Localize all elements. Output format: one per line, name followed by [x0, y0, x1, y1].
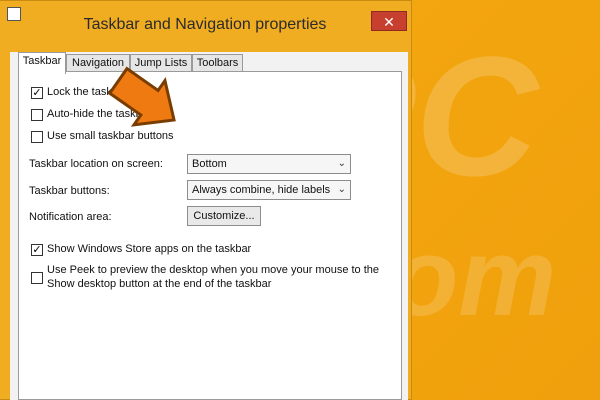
taskbar-location-dropdown[interactable]: Bottom ⌄ [187, 154, 351, 174]
auto-hide-checkbox[interactable] [31, 109, 43, 121]
title-bar: Taskbar and Navigation properties ✕ [0, 1, 411, 41]
customize-button[interactable]: Customize... [187, 206, 261, 226]
store-apps-checkbox[interactable]: ✓ [31, 244, 43, 256]
chevron-down-icon: ⌄ [337, 184, 346, 195]
lock-taskbar-checkbox[interactable]: ✓ [31, 87, 43, 99]
close-button[interactable]: ✕ [371, 11, 407, 31]
peek-label-line1: Use Peek to preview the desktop when you… [47, 264, 380, 276]
notification-area-label: Notification area: [29, 211, 112, 223]
store-apps-label: Show Windows Store apps on the taskbar [47, 243, 252, 255]
taskbar-location-value: Bottom [192, 158, 227, 170]
annotation-arrow-icon [107, 66, 176, 127]
taskbar-buttons-dropdown[interactable]: Always combine, hide labels ⌄ [187, 180, 351, 200]
window-title: Taskbar and Navigation properties [83, 16, 327, 33]
taskbar-tab-panel: ✓ Lock the taskbar Auto-hide the taskbar… [18, 71, 402, 400]
peek-checkbox[interactable] [31, 272, 43, 284]
peek-label-line2: Show desktop button at the end of the ta… [47, 278, 272, 290]
taskbar-location-label: Taskbar location on screen: [29, 158, 163, 170]
tab-taskbar[interactable]: Taskbar [18, 52, 66, 74]
small-buttons-checkbox[interactable] [31, 131, 43, 143]
taskbar-buttons-label: Taskbar buttons: [29, 185, 110, 197]
chevron-down-icon: ⌄ [337, 158, 346, 169]
taskbar-buttons-value: Always combine, hide labels [192, 184, 331, 196]
